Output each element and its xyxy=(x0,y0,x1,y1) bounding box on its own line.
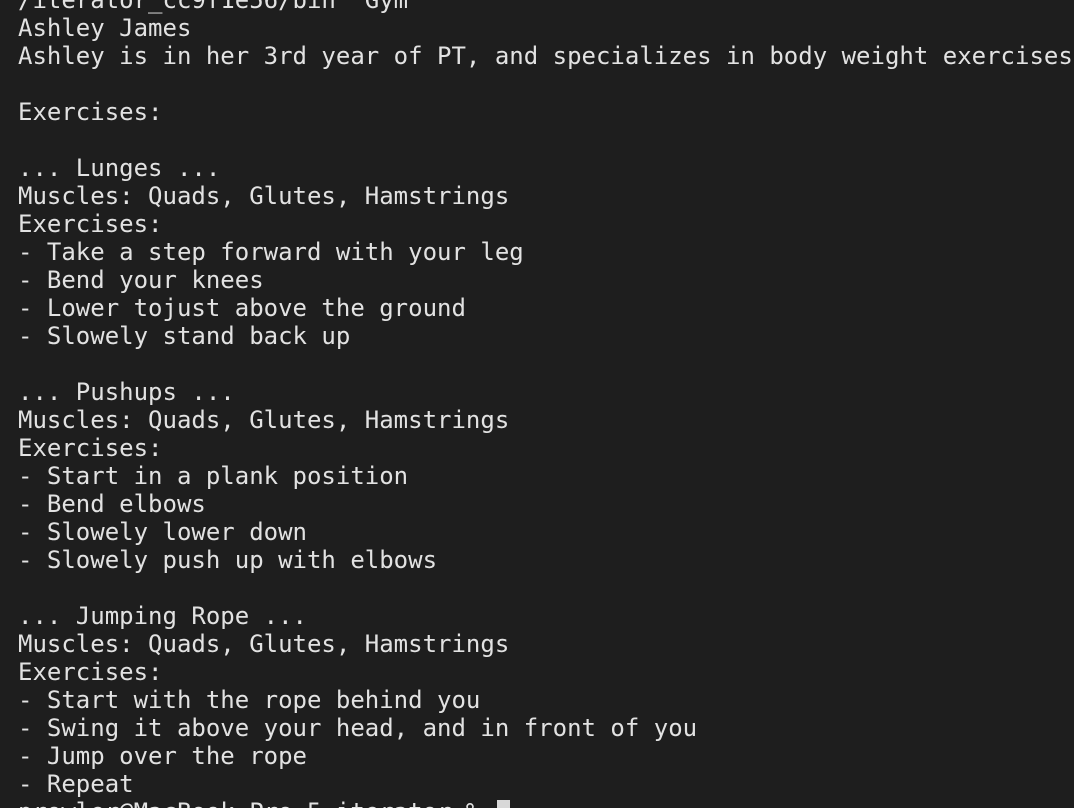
terminal-line: /iterator_cc9f1e56/bin Gym xyxy=(18,0,409,14)
exercises-label: Exercises: xyxy=(18,658,163,686)
trainer-name-line: Ashley James xyxy=(18,14,192,42)
exercise-step: - Bend elbows xyxy=(18,490,206,518)
exercise-step: - Slowely lower down xyxy=(18,518,307,546)
exercise-step: - Lower tojust above the ground xyxy=(18,294,466,322)
exercises-label: Exercises: xyxy=(18,434,163,462)
muscles-line: Muscles: Quads, Glutes, Hamstrings xyxy=(18,630,510,658)
shell-prompt-line[interactable]: prowler@MacBook-Pro-5 iterator % xyxy=(18,798,1074,808)
exercise-step: - Start with the rope behind you xyxy=(18,686,481,714)
exercise-title-jumping-rope: ... Jumping Rope ... xyxy=(18,602,307,630)
exercise-title-pushups: ... Pushups ... xyxy=(18,378,235,406)
exercise-step: - Start in a plank position xyxy=(18,462,409,490)
terminal-output: /iterator_cc9f1e56/bin Gym Ashley James … xyxy=(18,0,1074,808)
trainer-bio-line: Ashley is in her 3rd year of PT, and spe… xyxy=(18,42,1073,70)
exercise-step: - Bend your knees xyxy=(18,266,264,294)
shell-prompt: prowler@MacBook-Pro-5 iterator % xyxy=(18,798,495,808)
exercise-title-lunges: ... Lunges ... xyxy=(18,154,221,182)
muscles-line: Muscles: Quads, Glutes, Hamstrings xyxy=(18,406,510,434)
exercises-label: Exercises: xyxy=(18,210,163,238)
exercise-step: - Slowely push up with elbows xyxy=(18,546,438,574)
exercise-step: - Jump over the rope xyxy=(18,742,307,770)
exercises-heading: Exercises: xyxy=(18,98,163,126)
exercise-step: - Swing it above your head, and in front… xyxy=(18,714,698,742)
text-cursor xyxy=(496,800,510,808)
terminal-window[interactable]: /iterator_cc9f1e56/bin Gym Ashley James … xyxy=(0,0,1074,808)
exercise-step: - Slowely stand back up xyxy=(18,322,351,350)
exercise-step: - Repeat xyxy=(18,770,134,798)
exercise-step: - Take a step forward with your leg xyxy=(18,238,524,266)
muscles-line: Muscles: Quads, Glutes, Hamstrings xyxy=(18,182,510,210)
